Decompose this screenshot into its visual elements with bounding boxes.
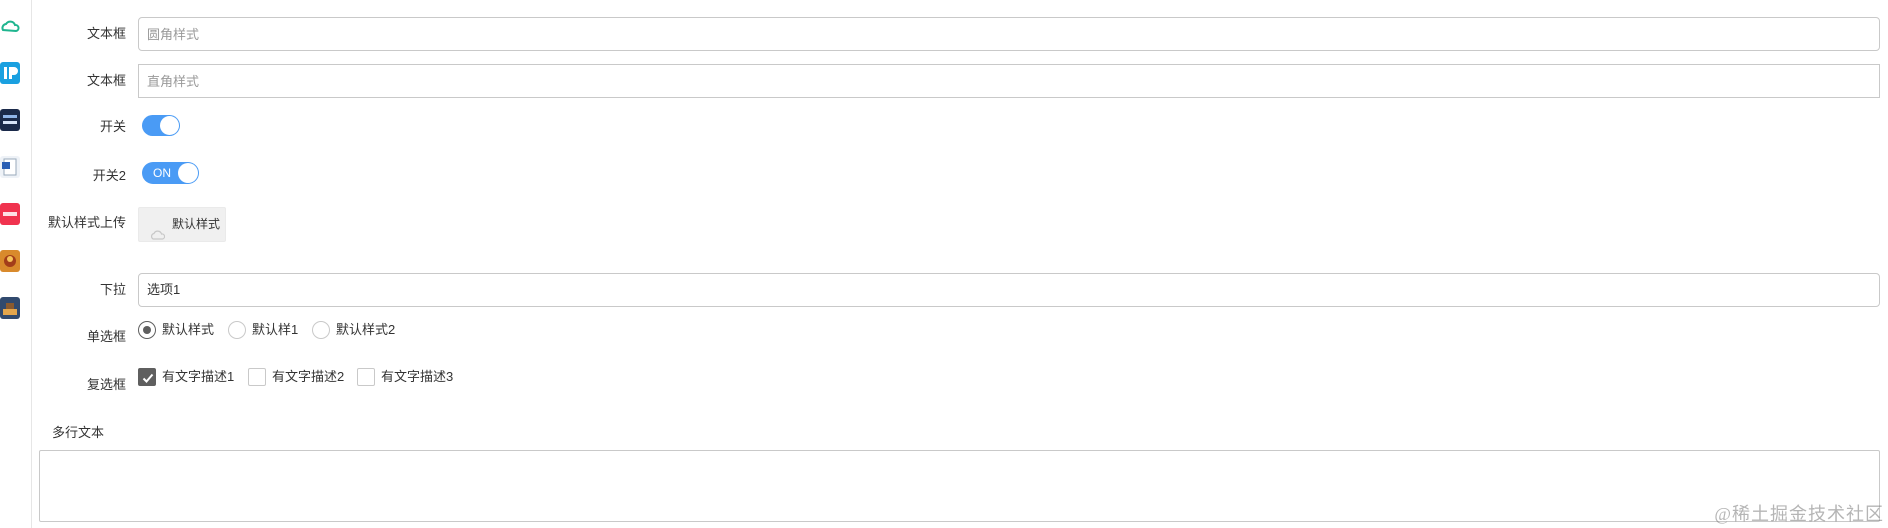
radio-option-1-label[interactable]: 默认样式 (162, 321, 214, 339)
dropdown-label: 下拉 (99, 282, 126, 297)
switch2-knob (178, 163, 198, 183)
dropdown-selected-value: 选项1 (147, 282, 181, 297)
checkbox-option-3-label[interactable]: 有文字描述3 (381, 368, 453, 386)
checkbox-option-2-label[interactable]: 有文字描述2 (272, 368, 344, 386)
checkmark-icon (142, 373, 154, 383)
upload-label: 默认样式上传 (47, 215, 126, 230)
upload-button[interactable]: 默认样式 (138, 207, 226, 242)
checkbox-label: 复选框 (86, 377, 126, 392)
game2-app-icon[interactable] (0, 297, 20, 319)
switch1-toggle[interactable] (142, 115, 180, 136)
text-round-label: 文本框 (86, 26, 126, 41)
checkbox-option-3[interactable] (357, 368, 375, 386)
switch2-toggle[interactable]: ON (142, 162, 199, 184)
radio-option-1[interactable] (138, 321, 156, 339)
switch1-label: 开关 (99, 119, 126, 134)
switch1-knob (160, 116, 179, 135)
dropdown-select[interactable]: 选项1 (138, 273, 1880, 307)
text-input-square[interactable] (138, 64, 1880, 98)
game-app-icon[interactable] (0, 250, 20, 272)
checkbox-option-1-label[interactable]: 有文字描述1 (162, 368, 234, 386)
multiline-textarea[interactable] (39, 450, 1880, 522)
textarea-label: 多行文本 (52, 425, 105, 440)
checkbox-option-2[interactable] (248, 368, 266, 386)
cloud-upload-icon (150, 220, 166, 253)
text-square-label: 文本框 (86, 73, 126, 88)
checkbox-option-1[interactable] (138, 368, 156, 386)
text-input-round[interactable] (138, 17, 1880, 51)
radio-option-3-label[interactable]: 默认样式2 (336, 321, 395, 339)
upload-button-label: 默认样式 (172, 217, 221, 231)
switch2-label: 开关2 (92, 168, 126, 183)
radio-option-2[interactable] (228, 321, 246, 339)
radio-option-2-label[interactable]: 默认样1 (252, 321, 298, 339)
watermark-text: @稀土掘金技术社区 (1714, 504, 1884, 524)
radio-option-3[interactable] (312, 321, 330, 339)
radio-label: 单选框 (86, 329, 126, 344)
switch2-state-text: ON (153, 166, 171, 180)
